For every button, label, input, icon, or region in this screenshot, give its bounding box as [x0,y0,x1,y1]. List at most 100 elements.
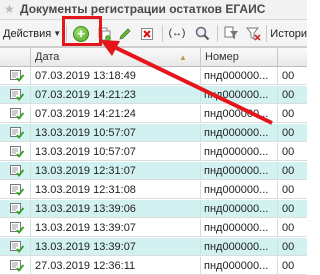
window-titlebar: ★ Документы регистрации остатков ЕГАИС [0,0,307,20]
date-cell: 13.03.2019 10:57:07 [31,143,201,161]
extra-cell: 00 [282,184,295,196]
delete-button[interactable] [138,20,156,47]
toolbar-separator [217,25,218,42]
document-posted-icon [10,203,24,215]
switch-icon: (↔) [168,28,186,39]
toolbar-separator [266,25,267,42]
table-row[interactable]: 13.03.2019 10:57:07 пнд000000... 00 [0,143,307,161]
table-row[interactable]: 07.03.2019 13:18:49 пнд000000... 00 [0,67,307,85]
date-cell: 13.03.2019 12:31:08 [31,181,201,199]
table-row[interactable]: 07.03.2019 14:21:24 пнд000000... 00 [0,105,307,123]
extra-cell: 00 [282,222,295,234]
favorite-star-icon[interactable]: ★ [4,2,15,16]
header-date[interactable]: Дата ▲ [31,48,201,67]
add-button-highlight-frame [62,16,102,46]
clear-filter-icon [245,27,261,41]
date-cell: 13.03.2019 10:57:07 [31,124,201,142]
document-posted-icon [10,127,24,139]
document-posted-icon [10,108,24,120]
number-cell: пнд000000... [201,67,278,85]
number-cell: пнд000000... [201,219,278,237]
history-label: Истори [270,27,307,40]
document-posted-icon [10,70,24,82]
documents-table: Дата ▲ Номер 07.03.2019 13:18:49 пнд0000… [0,47,307,275]
window-title: Документы регистрации остатков ЕГАИС [20,2,266,16]
row-icon-cell [0,181,31,199]
extra-cell: 00 [282,108,295,120]
date-cell: 07.03.2019 14:21:23 [31,86,201,104]
extra-cell: 00 [282,89,295,101]
header-icon-column [0,48,31,67]
table-row[interactable]: 13.03.2019 10:57:07 пнд000000... 00 [0,124,307,142]
row-icon-cell [0,200,31,218]
header-extra[interactable] [278,48,307,67]
actions-menu-button[interactable]: Действия ▼ [3,20,65,47]
document-posted-icon [10,165,24,177]
row-icon-cell [0,257,31,275]
row-icon-cell [0,143,31,161]
row-icon-cell [0,162,31,180]
number-cell: пнд000000... [201,238,278,256]
date-cell: 07.03.2019 14:21:24 [31,105,201,123]
sort-ascending-icon: ▲ [179,53,187,62]
date-cell: 07.03.2019 13:18:49 [31,67,201,85]
document-posted-icon [10,241,24,253]
number-cell: пнд000000... [201,181,278,199]
toolbar: Действия ▼ + (↔) Истори [0,20,307,47]
table-row[interactable]: 13.03.2019 13:39:07 пнд000000... 00 [0,219,307,237]
extra-cell: 00 [282,70,295,82]
document-posted-icon [10,146,24,158]
dropdown-arrow-icon: ▼ [53,29,62,38]
edit-icon [119,27,131,40]
row-icon-cell [0,86,31,104]
toolbar-separator [162,25,163,42]
number-cell: пнд000000... [201,124,278,142]
document-posted-icon [10,222,24,234]
number-cell: пнд000000... [201,162,278,180]
table-row[interactable]: 27.03.2019 12:36:11 пнд000000... 00 [0,257,307,275]
date-cell: 13.03.2019 13:39:07 [31,219,201,237]
number-cell: пнд000000... [201,143,278,161]
extra-cell: 00 [282,146,295,158]
filter-button[interactable] [221,20,241,47]
table-row[interactable]: 13.03.2019 12:31:08 пнд000000... 00 [0,181,307,199]
edit-button[interactable] [116,20,134,47]
row-icon-cell [0,219,31,237]
document-posted-icon [10,260,24,272]
table-header: Дата ▲ Номер [0,48,307,67]
table-row[interactable]: 07.03.2019 14:21:23 пнд000000... 00 [0,86,307,104]
delete-icon [141,27,153,40]
number-cell: пнд000000... [201,86,278,104]
table-row[interactable]: 13.03.2019 13:39:06 пнд000000... 00 [0,200,307,218]
table-row[interactable]: 13.03.2019 13:39:07 пнд000000... 00 [0,238,307,256]
actions-menu-label: Действия [3,27,52,40]
table-row[interactable]: 13.03.2019 12:31:07 пнд000000... 00 [0,162,307,180]
row-icon-cell [0,105,31,123]
header-date-label: Дата [35,51,60,63]
number-cell: пнд000000... [201,200,278,218]
header-number-label: Номер [205,51,239,63]
number-cell: пнд000000... [201,105,278,123]
date-cell: 13.03.2019 13:39:06 [31,200,201,218]
row-icon-cell [0,67,31,85]
filter-icon [224,26,238,39]
search-icon [195,26,209,41]
switch-button[interactable]: (↔) [166,20,188,47]
number-cell: пнд000000... [201,257,278,275]
search-button[interactable] [192,20,212,47]
extra-cell: 00 [282,260,295,272]
date-cell: 13.03.2019 13:39:07 [31,238,201,256]
row-icon-cell [0,238,31,256]
date-cell: 13.03.2019 12:31:07 [31,162,201,180]
extra-cell: 00 [282,127,295,139]
header-number[interactable]: Номер [201,48,278,67]
extra-cell: 00 [282,241,295,253]
extra-cell: 00 [282,203,295,215]
history-button[interactable]: Истори [268,20,307,47]
clear-filter-button[interactable] [243,20,263,47]
extra-cell: 00 [282,165,295,177]
row-icon-cell [0,124,31,142]
date-cell: 27.03.2019 12:36:11 [31,257,201,275]
document-posted-icon [10,184,24,196]
document-posted-icon [10,89,24,101]
